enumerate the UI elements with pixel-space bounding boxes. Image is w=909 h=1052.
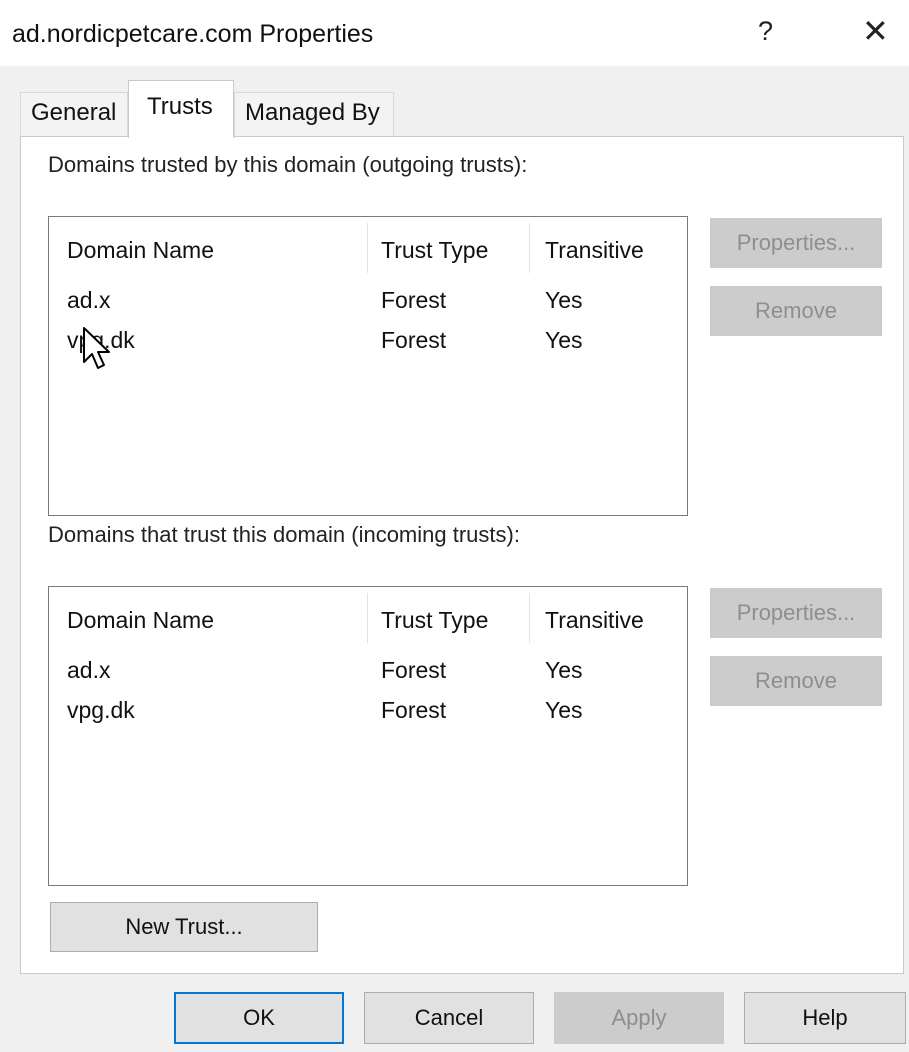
new-trust-button[interactable]: New Trust...	[50, 902, 318, 952]
tab-trusts[interactable]: Trusts	[128, 80, 234, 138]
incoming-properties-button[interactable]: Properties...	[710, 588, 882, 638]
incoming-trusts-list[interactable]: Domain Name Trust Type Transitive ad.x F…	[48, 586, 688, 886]
incoming-row-1-type[interactable]: Forest	[381, 657, 446, 684]
outgoing-row-1-domain[interactable]: ad.x	[67, 287, 110, 314]
column-header-trust-type[interactable]: Trust Type	[381, 237, 488, 264]
outgoing-row-1-transitive[interactable]: Yes	[545, 287, 583, 314]
help-button[interactable]: Help	[744, 992, 906, 1044]
help-icon[interactable]: ?	[758, 16, 773, 47]
outgoing-row-2-type[interactable]: Forest	[381, 327, 446, 354]
column-header-transitive[interactable]: Transitive	[545, 607, 644, 634]
window-title: ad.nordicpetcare.com Properties	[12, 20, 374, 48]
column-header-domain-name[interactable]: Domain Name	[67, 607, 214, 634]
incoming-row-2-type[interactable]: Forest	[381, 697, 446, 724]
ok-button[interactable]: OK	[174, 992, 344, 1044]
cancel-button[interactable]: Cancel	[364, 992, 534, 1044]
outgoing-properties-button[interactable]: Properties...	[710, 218, 882, 268]
tab-general[interactable]: General	[20, 92, 128, 136]
column-header-domain-name[interactable]: Domain Name	[67, 237, 214, 264]
close-icon[interactable]: ✕	[862, 12, 889, 50]
tab-general-label: General	[31, 99, 117, 126]
incoming-row-1-domain[interactable]: ad.x	[67, 657, 110, 684]
outgoing-trusts-label: Domains trusted by this domain (outgoing…	[48, 152, 528, 177]
incoming-trusts-label: Domains that trust this domain (incoming…	[48, 522, 520, 547]
tab-managed-by-label: Managed By	[245, 99, 380, 126]
tab-managed-by[interactable]: Managed By	[234, 92, 394, 136]
incoming-row-2-transitive[interactable]: Yes	[545, 697, 583, 724]
apply-button[interactable]: Apply	[554, 992, 724, 1044]
incoming-remove-button[interactable]: Remove	[710, 656, 882, 706]
column-header-transitive[interactable]: Transitive	[545, 237, 644, 264]
title-bar: ad.nordicpetcare.com Properties ? ✕	[0, 0, 909, 66]
column-separator[interactable]	[529, 593, 530, 643]
column-separator[interactable]	[367, 223, 368, 273]
tab-trusts-label: Trusts	[147, 93, 213, 120]
outgoing-row-2-transitive[interactable]: Yes	[545, 327, 583, 354]
incoming-row-2-domain[interactable]: vpg.dk	[67, 697, 135, 724]
mouse-pointer-icon	[83, 327, 110, 369]
outgoing-remove-button[interactable]: Remove	[710, 286, 882, 336]
column-separator[interactable]	[529, 223, 530, 273]
outgoing-trusts-list[interactable]: Domain Name Trust Type Transitive ad.x F…	[48, 216, 688, 516]
incoming-row-1-transitive[interactable]: Yes	[545, 657, 583, 684]
outgoing-row-1-type[interactable]: Forest	[381, 287, 446, 314]
column-separator[interactable]	[367, 593, 368, 643]
column-header-trust-type[interactable]: Trust Type	[381, 607, 488, 634]
